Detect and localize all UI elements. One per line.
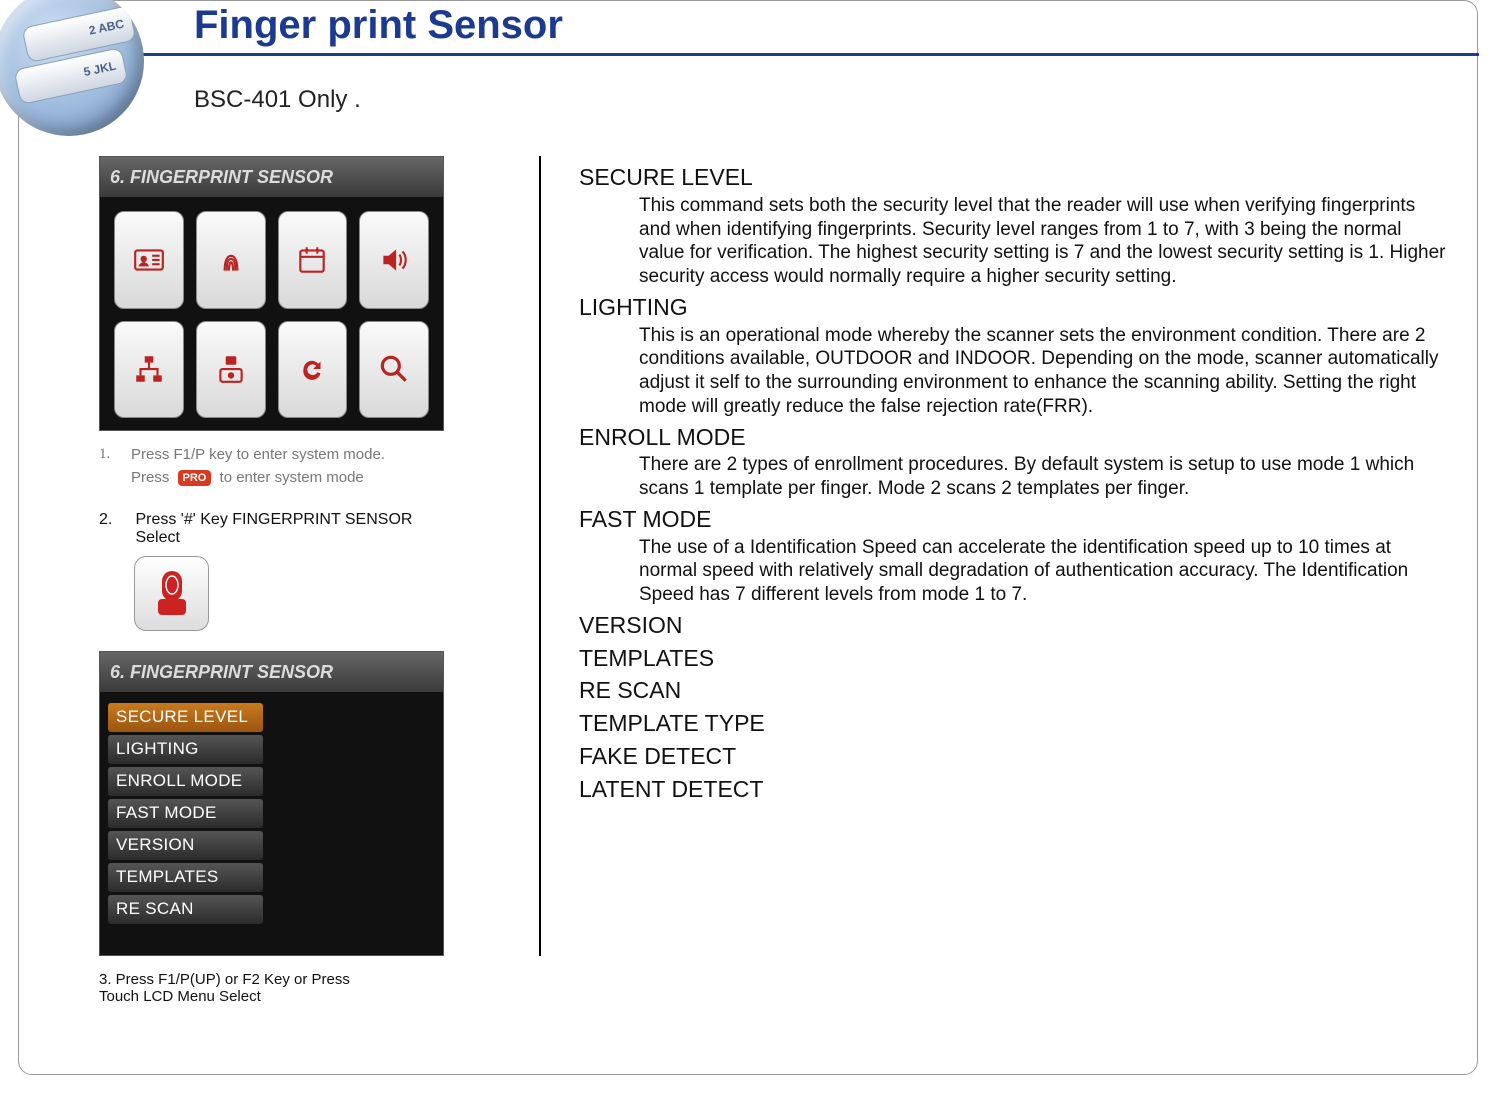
def-fake-detect: FAKE DETECT xyxy=(579,742,1449,771)
step-2-number: 2. xyxy=(99,511,131,529)
def-lighting-body: This is an operational mode whereby the … xyxy=(639,324,1449,419)
def-version: VERSION xyxy=(579,611,1449,640)
step-1a-text: Press F1/P key to enter system mode. xyxy=(131,446,385,463)
device-menu-list: SECURE LEVEL LIGHTING ENROLL MODE FAST MODE… xyxy=(100,692,443,924)
page-title: Finger print Sensor xyxy=(194,3,563,48)
refresh-icon[interactable] xyxy=(278,321,348,419)
device-panel-title-2: 6. FINGERPRINT SENSOR xyxy=(100,652,443,692)
fingerprint-icon[interactable] xyxy=(196,211,266,309)
corner-logo: 2 ABC 5 JKL xyxy=(0,0,144,136)
def-enroll-mode-body: There are 2 types of enrollment procedur… xyxy=(639,453,1449,501)
menu-item-templates[interactable]: TEMPLATES xyxy=(108,863,263,892)
def-rescan: RE SCAN xyxy=(579,676,1449,705)
fingerprint-button-icon[interactable] xyxy=(134,556,209,631)
content-divider xyxy=(539,156,541,956)
def-latent-detect: LATENT DETECT xyxy=(579,775,1449,804)
slide-frame: 2 ABC 5 JKL Finger print Sensor BSC-401 … xyxy=(18,0,1478,1075)
menu-item-lighting[interactable]: LIGHTING xyxy=(108,735,263,764)
logo-key-1-label: 2 ABC xyxy=(88,17,126,38)
step-1: 1. Press F1/P key to enter system mode. … xyxy=(99,446,444,492)
def-secure-level-body: This command sets both the security leve… xyxy=(639,194,1449,289)
device-panel-menu: 6. FINGERPRINT SENSOR SECURE LEVEL LIGHTI… xyxy=(99,651,444,956)
step-3: 3. Press F1/P(UP) or F2 Key or Press Tou… xyxy=(99,971,459,1005)
step-1-number: 1. xyxy=(99,446,131,463)
calendar-icon[interactable] xyxy=(278,211,348,309)
step-1b: Press PRO to enter system mode xyxy=(131,469,364,486)
def-template-type: TEMPLATE TYPE xyxy=(579,709,1449,738)
menu-item-fast-mode[interactable]: FAST MODE xyxy=(108,799,263,828)
step-1b-pre: Press xyxy=(131,469,169,486)
device-panel-title-1: 6. FINGERPRINT SENSOR xyxy=(100,157,443,197)
step-2-text: Press '#' Key FINGERPRINT SENSOR Select xyxy=(135,511,415,547)
def-lighting-title: LIGHTING xyxy=(579,293,1449,322)
menu-item-enroll-mode[interactable]: ENROLL MODE xyxy=(108,767,263,796)
logo-key-2-label: 5 JKL xyxy=(82,59,117,79)
definitions: SECURE LEVEL This command sets both the … xyxy=(579,159,1449,805)
step-2: 2. Press '#' Key FINGERPRINT SENSOR Sele… xyxy=(99,511,444,547)
step-1b-post: to enter system mode xyxy=(220,469,364,486)
def-fast-mode-body: The use of a Identification Speed can ac… xyxy=(639,536,1449,607)
network-icon[interactable] xyxy=(114,321,184,419)
device-panel-icons: 6. FINGERPRINT SENSOR xyxy=(99,156,444,431)
def-fast-mode-title: FAST MODE xyxy=(579,505,1449,534)
def-enroll-mode-title: ENROLL MODE xyxy=(579,423,1449,452)
def-secure-level-title: SECURE LEVEL xyxy=(579,163,1449,192)
device-icon-grid xyxy=(100,197,443,432)
step-3-text: 3. Press F1/P(UP) or F2 Key or Press Tou… xyxy=(99,971,350,1005)
search-icon[interactable] xyxy=(359,321,429,419)
menu-item-secure-level[interactable]: SECURE LEVEL xyxy=(108,703,263,732)
speaker-icon[interactable] xyxy=(359,211,429,309)
id-card-icon[interactable] xyxy=(114,211,184,309)
def-templates: TEMPLATES xyxy=(579,644,1449,673)
page-subtitle: BSC-401 Only . xyxy=(194,86,361,114)
menu-item-version[interactable]: VERSION xyxy=(108,831,263,860)
settings-icon[interactable] xyxy=(196,321,266,419)
menu-item-re-scan[interactable]: RE SCAN xyxy=(108,895,263,924)
pro-badge: PRO xyxy=(178,470,212,486)
